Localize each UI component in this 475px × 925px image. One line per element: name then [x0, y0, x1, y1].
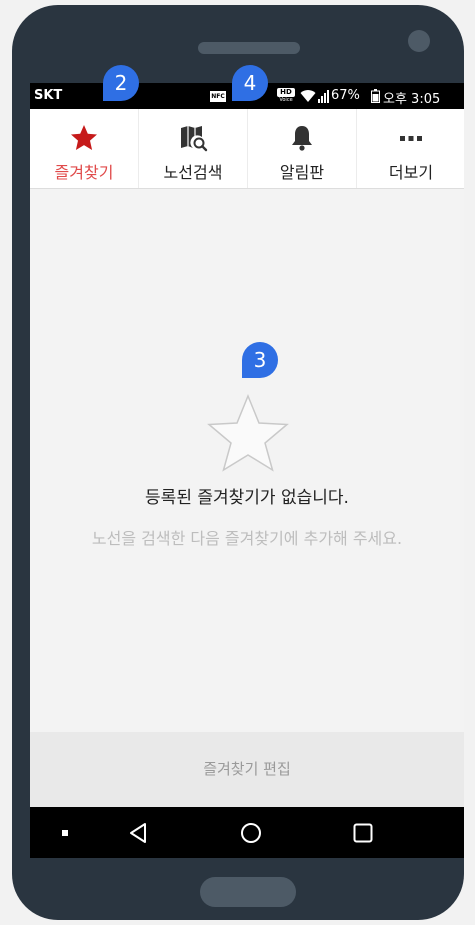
tab-route-search-label: 노선검색 — [163, 163, 223, 182]
star-icon — [71, 125, 97, 150]
tutorial-marker-2: 2 — [103, 65, 139, 101]
nfc-icon: NFC — [210, 91, 226, 102]
tab-favorites[interactable]: 즐겨찾기 — [30, 109, 138, 188]
phone-home-key — [200, 877, 296, 907]
bell-icon — [292, 126, 312, 151]
carrier-name: SKT — [34, 88, 63, 103]
android-nav-bar — [30, 807, 464, 858]
phone-camera — [408, 30, 430, 52]
tab-more[interactable]: 더보기 — [356, 109, 464, 188]
empty-state-title: 등록된 즐겨찾기가 없습니다. — [145, 488, 349, 508]
tab-notice-board-label: 알림판 — [279, 163, 325, 182]
tab-route-search[interactable]: 노선검색 — [138, 109, 247, 188]
map-search-icon — [181, 126, 208, 152]
back-icon[interactable] — [126, 820, 152, 846]
tutorial-marker-4-number: 4 — [243, 71, 257, 95]
app-screen: SKT NFC HD Voice 67% 오후 3:05 즐겨찾기 노선검색 알… — [30, 83, 464, 858]
hd-voice-icon: HD Voice — [277, 88, 295, 104]
tab-favorites-label: 즐겨찾기 — [54, 163, 114, 182]
tutorial-marker-2-number: 2 — [114, 71, 128, 95]
more-icon — [400, 136, 422, 141]
tutorial-marker-3-number: 3 — [253, 348, 267, 372]
overview-icon[interactable] — [350, 820, 376, 846]
hd-label: HD — [277, 88, 295, 97]
tab-notice-board[interactable]: 알림판 — [247, 109, 356, 188]
tutorial-marker-3: 3 — [242, 342, 278, 378]
tab-bar: 즐겨찾기 노선검색 알림판 더보기 — [30, 109, 464, 189]
voice-label: Voice — [279, 97, 293, 103]
recent-dot-icon — [62, 830, 68, 836]
empty-state-subtitle: 노선을 검색한 다음 즐겨찾기에 추가해 주세요. — [91, 529, 403, 548]
star-outline-icon — [207, 394, 289, 472]
tab-more-label: 더보기 — [388, 163, 434, 182]
clock: 오후 3:05 — [383, 92, 441, 107]
wifi-icon — [300, 90, 316, 102]
battery-icon — [371, 89, 380, 103]
battery-percent: 67% — [331, 88, 360, 103]
signal-icon — [318, 90, 329, 103]
edit-favorites-label: 즐겨찾기 편집 — [203, 760, 291, 778]
tutorial-marker-4: 4 — [232, 65, 268, 101]
edit-favorites-button[interactable]: 즐겨찾기 편집 — [30, 732, 464, 807]
phone-speaker — [198, 42, 300, 54]
home-icon[interactable] — [238, 820, 264, 846]
